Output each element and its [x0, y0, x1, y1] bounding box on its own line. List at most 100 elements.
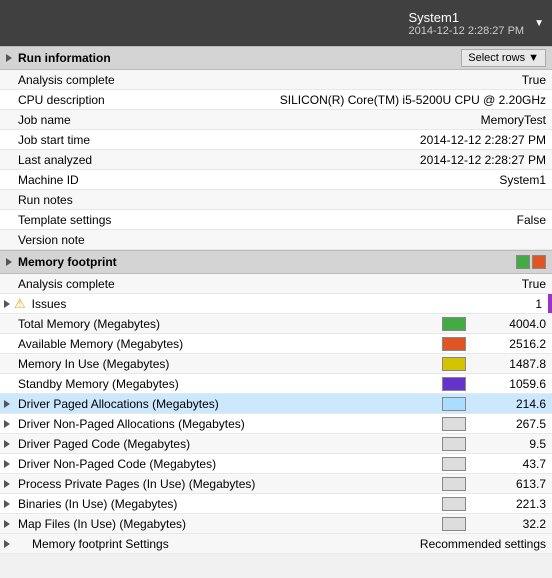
memory-row: Driver Paged Allocations (Megabytes) 214…	[0, 394, 552, 414]
color-indicator	[442, 337, 466, 351]
run-info-row: Version note	[0, 230, 552, 250]
expand-arrow[interactable]	[0, 420, 14, 428]
run-info-section-header: Run information Select rows ▼	[0, 46, 552, 70]
row-value: 214.6	[472, 397, 552, 411]
memory-table: Analysis complete True ⚠ Issues 1 Total …	[0, 274, 552, 554]
memory-footer-row[interactable]: Memory footprint Settings Recommended se…	[0, 534, 552, 554]
memory-row: Memory In Use (Megabytes) 1487.8	[0, 354, 552, 374]
row-label: Issues	[28, 297, 468, 311]
memory-row: Analysis complete True	[0, 274, 552, 294]
run-info-row: Job start time 2014-12-12 2:28:27 PM	[0, 130, 552, 150]
row-label: Process Private Pages (In Use) (Megabyte…	[14, 477, 442, 491]
row-label: Template settings	[14, 213, 472, 227]
row-label: Version note	[14, 233, 472, 247]
expand-arrow[interactable]	[0, 300, 14, 308]
row-label: Map Files (In Use) (Megabytes)	[14, 517, 442, 531]
row-label: CPU description	[14, 93, 280, 107]
run-info-collapse-arrow[interactable]	[6, 54, 12, 62]
expand-arrow[interactable]	[0, 520, 14, 528]
header-bar: System1 2014-12-12 2:28:27 PM ▼	[0, 0, 552, 46]
run-info-row: Run notes	[0, 190, 552, 210]
row-value: 2014-12-12 2:28:27 PM	[420, 153, 552, 167]
issues-badge	[548, 294, 552, 313]
select-rows-dropdown-arrow: ▼	[528, 52, 539, 64]
expand-arrow[interactable]	[0, 400, 14, 408]
color-indicator	[442, 477, 466, 491]
memory-title-area: Memory footprint	[6, 255, 117, 269]
memory-row: Standby Memory (Megabytes) 1059.6	[0, 374, 552, 394]
row-value: 1487.8	[472, 357, 552, 371]
row-value: True	[472, 277, 552, 291]
row-label: Machine ID	[14, 173, 472, 187]
row-value: 43.7	[472, 457, 552, 471]
run-info-row: Last analyzed 2014-12-12 2:28:27 PM	[0, 150, 552, 170]
memory-collapse-arrow[interactable]	[6, 258, 12, 266]
row-value: MemoryTest	[472, 113, 552, 127]
row-label: Driver Paged Allocations (Megabytes)	[14, 397, 442, 411]
row-value: 613.7	[472, 477, 552, 491]
row-label: Run notes	[14, 193, 472, 207]
memory-row: Map Files (In Use) (Megabytes) 32.2	[0, 514, 552, 534]
expand-arrow[interactable]	[0, 460, 14, 468]
row-label: Standby Memory (Megabytes)	[14, 377, 442, 391]
expand-arrow[interactable]	[0, 480, 14, 488]
row-value: SILICON(R) Core(TM) i5-5200U CPU @ 2.20G…	[280, 93, 552, 107]
memory-row: Driver Paged Code (Megabytes) 9.5	[0, 434, 552, 454]
row-label: Analysis complete	[14, 277, 472, 291]
row-value: 32.2	[472, 517, 552, 531]
row-label: Driver Non-Paged Allocations (Megabytes)	[14, 417, 442, 431]
select-rows-button[interactable]: Select rows ▼	[461, 49, 546, 67]
row-label: Last analyzed	[14, 153, 420, 167]
row-value: 2014-12-12 2:28:27 PM	[420, 133, 552, 147]
run-info-label: Run information	[18, 51, 111, 65]
color-box-orange	[532, 255, 546, 269]
row-label: Total Memory (Megabytes)	[14, 317, 442, 331]
color-indicator	[442, 457, 466, 471]
expand-arrow[interactable]	[0, 500, 14, 508]
row-value: 221.3	[472, 497, 552, 511]
system-dropdown-arrow[interactable]: ▼	[534, 18, 544, 29]
warning-icon: ⚠	[14, 296, 26, 312]
color-box-green	[516, 255, 530, 269]
row-value: 267.5	[472, 417, 552, 431]
memory-row: ⚠ Issues 1	[0, 294, 552, 314]
run-info-row: Analysis complete True	[0, 70, 552, 90]
row-label: Job start time	[14, 133, 420, 147]
row-label: Memory In Use (Megabytes)	[14, 357, 442, 371]
row-label: Binaries (In Use) (Megabytes)	[14, 497, 442, 511]
memory-row: Driver Non-Paged Code (Megabytes) 43.7	[0, 454, 552, 474]
run-info-row: CPU description SILICON(R) Core(TM) i5-5…	[0, 90, 552, 110]
footer-expand-arrow[interactable]	[0, 540, 14, 548]
system-info: System1 2014-12-12 2:28:27 PM	[409, 10, 525, 37]
footer-label: Memory footprint Settings	[14, 537, 420, 551]
run-info-row: Machine ID System1	[0, 170, 552, 190]
row-label: Job name	[14, 113, 472, 127]
run-info-title: Run information	[6, 51, 111, 65]
expand-arrow[interactable]	[0, 440, 14, 448]
memory-row: Available Memory (Megabytes) 2516.2	[0, 334, 552, 354]
select-rows-label: Select rows	[468, 52, 525, 64]
row-label: Driver Non-Paged Code (Megabytes)	[14, 457, 442, 471]
color-indicator	[442, 397, 466, 411]
memory-row: Driver Non-Paged Allocations (Megabytes)…	[0, 414, 552, 434]
run-info-table: Analysis complete True CPU description S…	[0, 70, 552, 250]
color-indicator	[442, 437, 466, 451]
row-value: 1059.6	[472, 377, 552, 391]
memory-row: Total Memory (Megabytes) 4004.0	[0, 314, 552, 334]
row-value: 4004.0	[472, 317, 552, 331]
row-value: 9.5	[472, 437, 552, 451]
color-indicator	[442, 357, 466, 371]
row-label: Driver Paged Code (Megabytes)	[14, 437, 442, 451]
row-value: True	[472, 73, 552, 87]
color-indicator	[442, 377, 466, 391]
color-indicator	[442, 497, 466, 511]
row-label: Analysis complete	[14, 73, 472, 87]
row-value: 2516.2	[472, 337, 552, 351]
row-value: False	[472, 213, 552, 227]
system-date: 2014-12-12 2:28:27 PM	[409, 25, 525, 37]
memory-row: Process Private Pages (In Use) (Megabyte…	[0, 474, 552, 494]
row-value: System1	[472, 173, 552, 187]
color-indicator	[442, 517, 466, 531]
run-info-row: Job name MemoryTest	[0, 110, 552, 130]
memory-color-icons	[516, 255, 546, 269]
